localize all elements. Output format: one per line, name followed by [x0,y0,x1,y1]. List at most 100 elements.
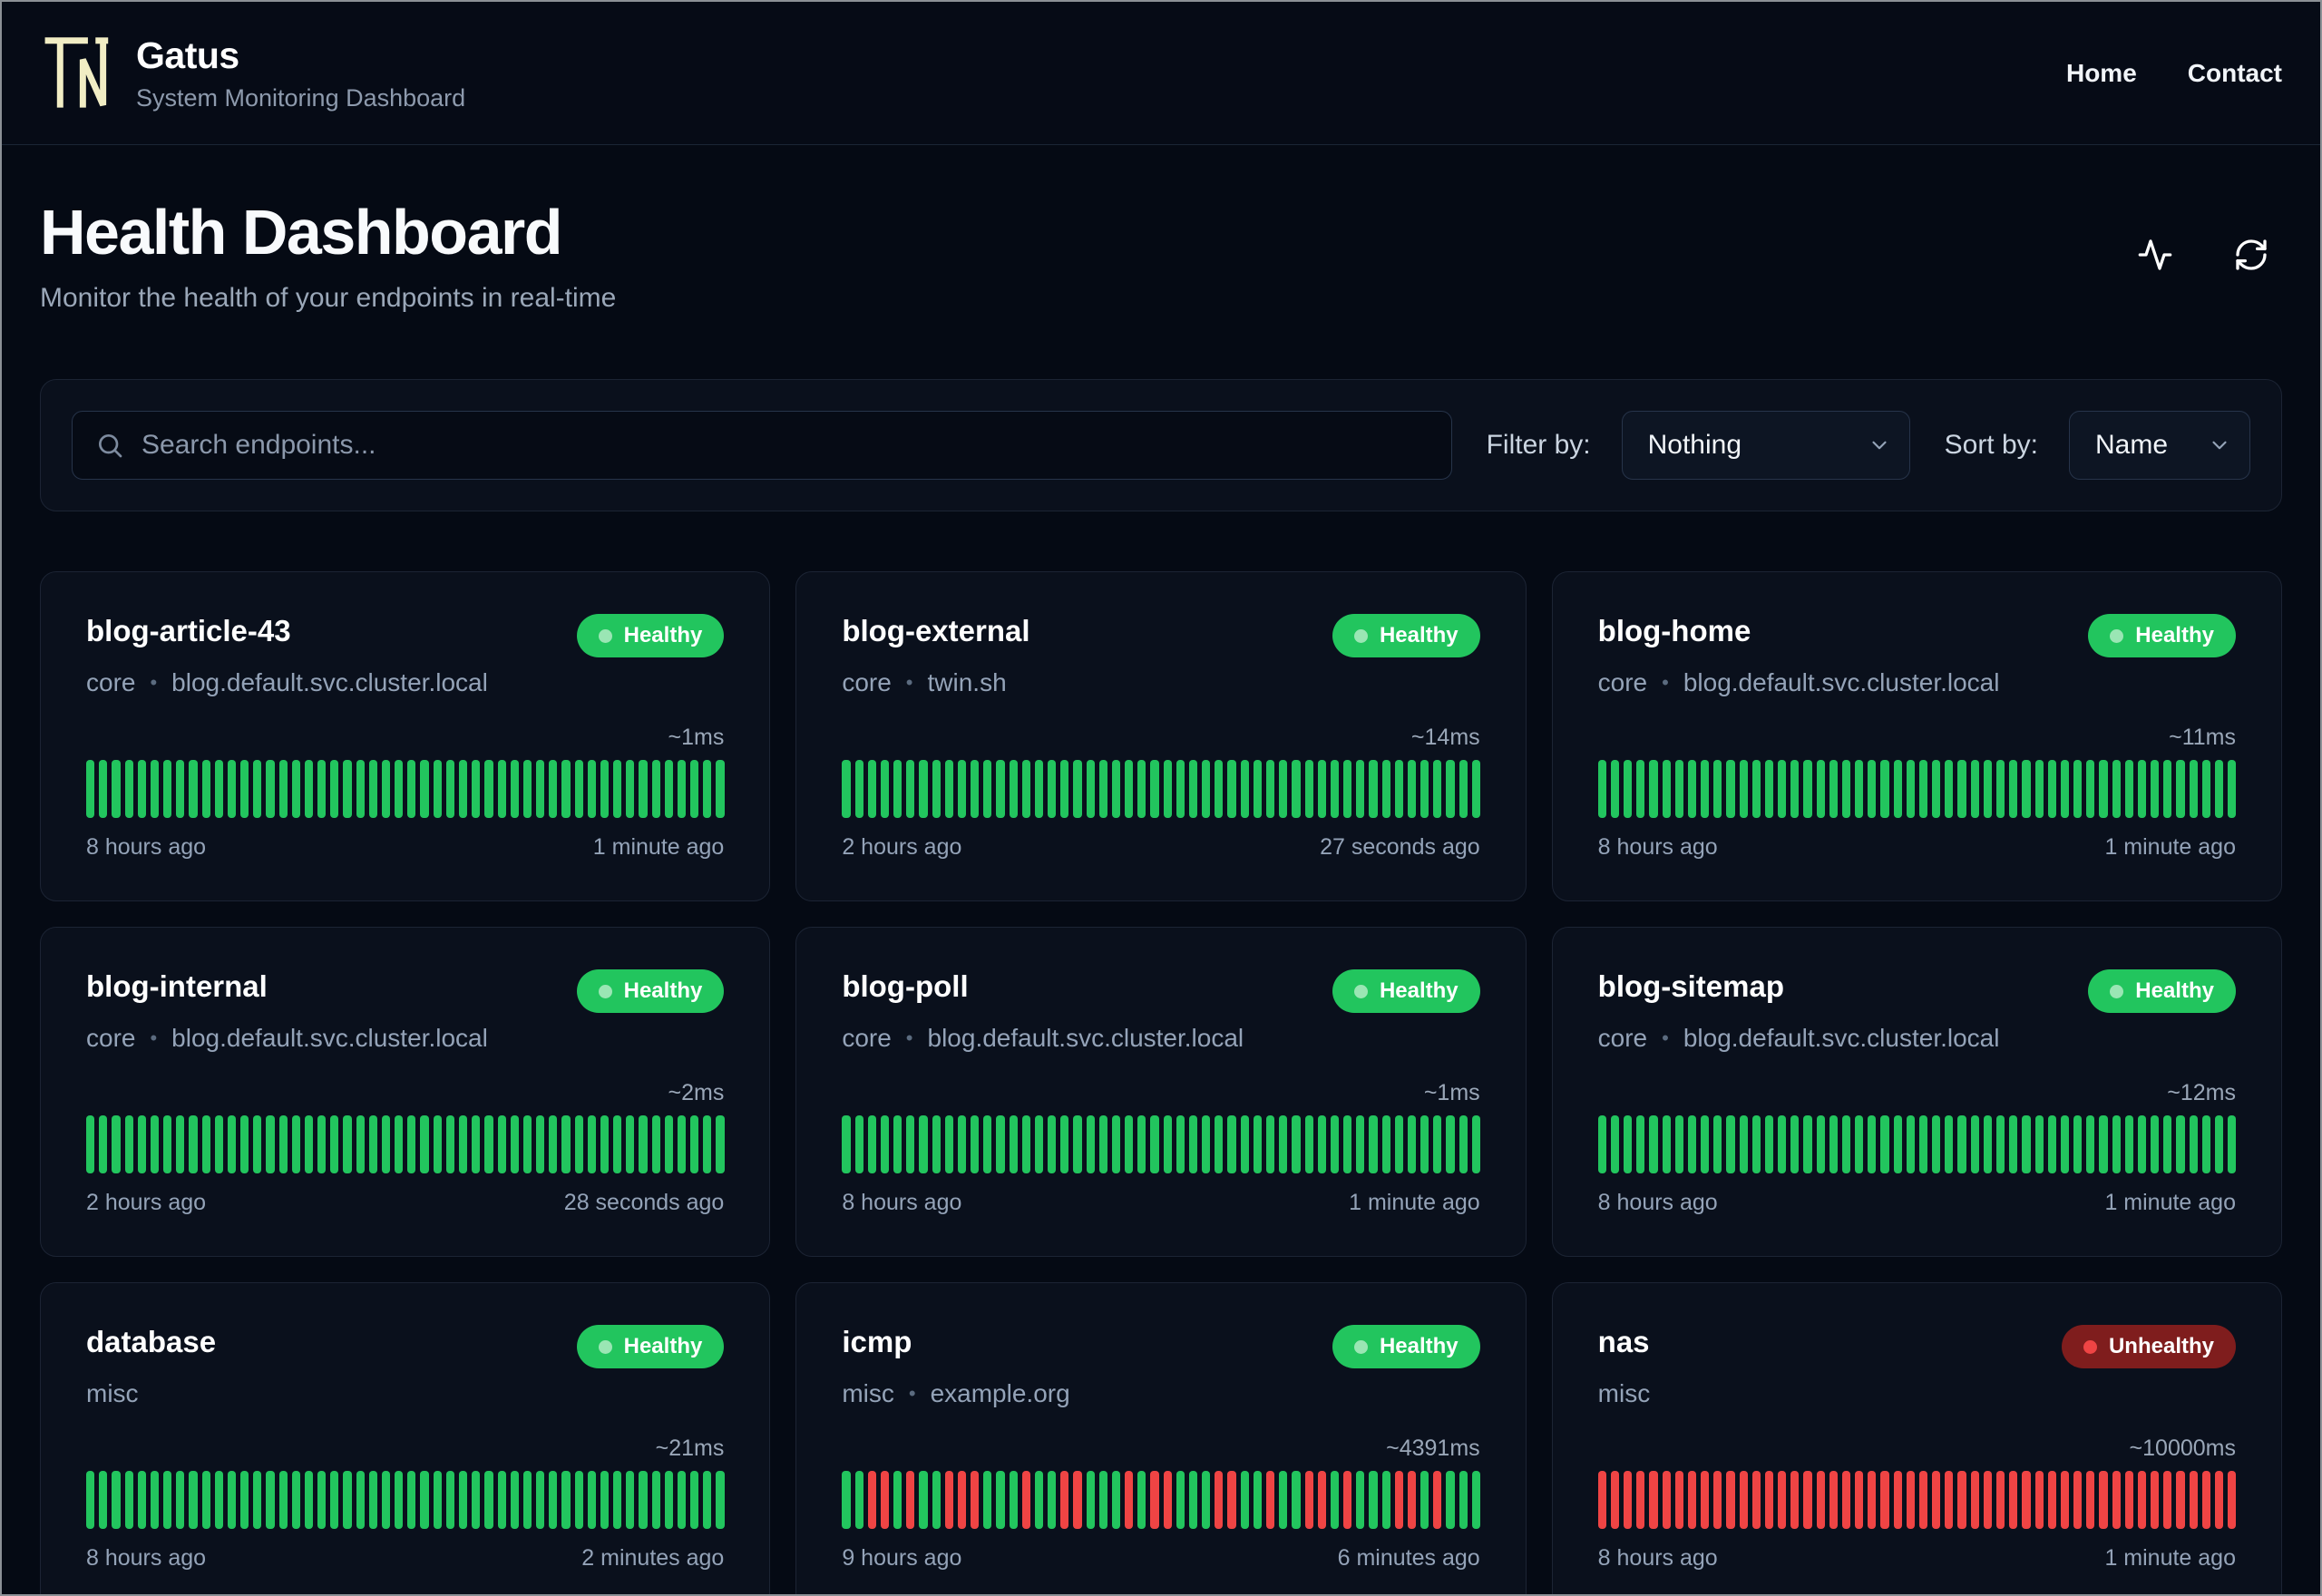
uptime-bar[interactable] [1778,1115,1787,1173]
uptime-bar[interactable] [1918,1471,1928,1529]
uptime-bar[interactable] [2137,1115,2147,1173]
uptime-bar[interactable] [854,1471,863,1529]
uptime-bar[interactable] [1739,1471,1748,1529]
uptime-bar[interactable] [1880,760,1889,818]
uptime-bar[interactable] [330,1471,339,1529]
uptime-bar[interactable] [1687,1115,1697,1173]
uptime-bar[interactable] [189,1471,198,1529]
uptime-bar[interactable] [124,760,133,818]
uptime-bar[interactable] [1636,760,1645,818]
uptime-bar[interactable] [574,1115,583,1173]
uptime-bar[interactable] [510,760,519,818]
uptime-bar[interactable] [381,1115,391,1173]
uptime-bar[interactable] [1893,760,1902,818]
uptime-bar[interactable] [1945,1471,1954,1529]
uptime-bar[interactable] [99,1471,108,1529]
uptime-bar[interactable] [1125,760,1134,818]
uptime-bar[interactable] [1624,1115,1633,1173]
uptime-bar[interactable] [626,1471,635,1529]
uptime-bar[interactable] [1253,1115,1262,1173]
uptime-bar[interactable] [1009,1115,1018,1173]
uptime-bar[interactable] [867,1471,876,1529]
uptime-bar[interactable] [1893,1115,1902,1173]
uptime-bar[interactable] [214,1471,223,1529]
uptime-bar[interactable] [1034,1471,1044,1529]
uptime-bar[interactable] [664,760,673,818]
uptime-bar[interactable] [189,760,198,818]
uptime-bar[interactable] [854,760,863,818]
uptime-bar[interactable] [1202,760,1211,818]
uptime-bar[interactable] [664,1115,673,1173]
uptime-bar[interactable] [522,1115,532,1173]
uptime-bar[interactable] [906,1471,915,1529]
uptime-bar[interactable] [150,1471,160,1529]
uptime-bar[interactable] [626,1115,635,1173]
uptime-bar[interactable] [1597,1115,1606,1173]
uptime-bar[interactable] [1855,760,1864,818]
uptime-bar[interactable] [343,1471,352,1529]
uptime-bar[interactable] [664,1471,673,1529]
uptime-bar[interactable] [1125,1471,1134,1529]
uptime-bar[interactable] [137,1115,146,1173]
uptime-bar[interactable] [395,760,404,818]
uptime-bar[interactable] [1330,1115,1340,1173]
uptime-bar[interactable] [214,1115,223,1173]
uptime-bar[interactable] [1240,1115,1249,1173]
uptime-bar[interactable] [1163,760,1172,818]
uptime-bar[interactable] [716,1471,725,1529]
uptime-bar[interactable] [1713,760,1722,818]
uptime-bar[interactable] [1459,1115,1468,1173]
uptime-bar[interactable] [626,760,635,818]
uptime-bar[interactable] [1034,1115,1044,1173]
uptime-bar[interactable] [1880,1471,1889,1529]
uptime-bar[interactable] [1701,1115,1710,1173]
uptime-bar[interactable] [137,1471,146,1529]
uptime-bar[interactable] [227,1471,237,1529]
uptime-bar[interactable] [1459,760,1468,818]
uptime-bar[interactable] [1803,1471,1812,1529]
uptime-bar[interactable] [944,1471,953,1529]
uptime-bar[interactable] [381,1471,391,1529]
uptime-bar[interactable] [2086,1115,2095,1173]
uptime-bar[interactable] [522,1471,532,1529]
uptime-bar[interactable] [1240,1471,1249,1529]
uptime-bar[interactable] [2214,760,2224,818]
uptime-bar[interactable] [1188,760,1198,818]
uptime-bar[interactable] [1137,1115,1146,1173]
uptime-bar[interactable] [2073,1115,2083,1173]
uptime-bar[interactable] [639,760,648,818]
uptime-bar[interactable] [1176,1115,1185,1173]
uptime-bar[interactable] [957,1115,967,1173]
uptime-bar[interactable] [472,1115,481,1173]
uptime-bar[interactable] [2034,760,2044,818]
uptime-bar[interactable] [1279,760,1288,818]
uptime-bar[interactable] [1021,1115,1030,1173]
uptime-bar[interactable] [2151,1471,2160,1529]
uptime-bar[interactable] [99,1115,108,1173]
uptime-bar[interactable] [1906,1471,1915,1529]
uptime-bar[interactable] [1983,1115,1992,1173]
uptime-bar[interactable] [1674,760,1683,818]
uptime-bar[interactable] [880,1115,890,1173]
uptime-bar[interactable] [1073,760,1082,818]
endpoint-card[interactable]: blog-poll Healthy core • blog.default.sv… [795,927,1527,1257]
uptime-bar[interactable] [1713,1471,1722,1529]
uptime-bar[interactable] [1983,1471,1992,1529]
uptime-bar[interactable] [1420,1115,1429,1173]
uptime-bar[interactable] [1687,1471,1697,1529]
uptime-bar[interactable] [703,1471,712,1529]
uptime-bar[interactable] [677,760,687,818]
uptime-bar[interactable] [1829,1471,1838,1529]
uptime-bar[interactable] [716,760,725,818]
uptime-bar[interactable] [484,1115,493,1173]
uptime-bar[interactable] [2112,1115,2121,1173]
uptime-bar[interactable] [574,760,583,818]
uptime-bar[interactable] [150,760,160,818]
uptime-bar[interactable] [2201,1471,2210,1529]
uptime-bar[interactable] [2228,1115,2237,1173]
uptime-bar[interactable] [1751,1471,1761,1529]
uptime-bar[interactable] [1407,1471,1417,1529]
uptime-bar[interactable] [1764,1115,1774,1173]
uptime-bar[interactable] [1356,760,1365,818]
uptime-bar[interactable] [1369,760,1378,818]
